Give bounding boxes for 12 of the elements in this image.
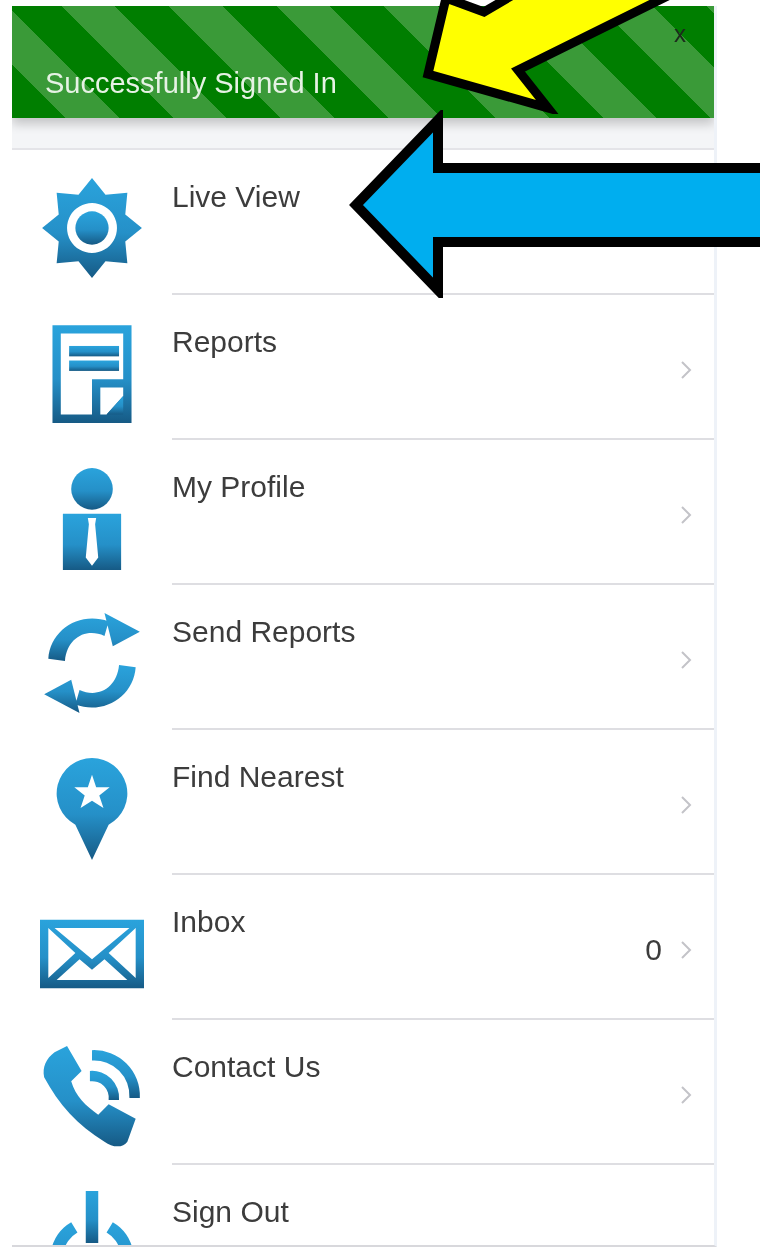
menu-item-label[interactable]: Find Nearest (172, 730, 344, 794)
inbox-count: 0 (645, 932, 662, 967)
menu-item-label[interactable]: Live View (172, 150, 300, 214)
banner-message: Successfully Signed In (45, 67, 337, 100)
badge-ring-icon (40, 176, 144, 280)
menu-item-label[interactable]: Send Reports (172, 585, 356, 649)
menu-item-label[interactable]: Sign Out (172, 1165, 289, 1229)
menu-item-label[interactable]: My Profile (172, 440, 306, 504)
menu-item-label[interactable]: Contact Us (172, 1020, 321, 1084)
close-button[interactable]: x (674, 20, 686, 48)
menu-item-label[interactable]: Reports (172, 295, 278, 359)
menu-item-label[interactable]: Inbox (172, 875, 246, 939)
